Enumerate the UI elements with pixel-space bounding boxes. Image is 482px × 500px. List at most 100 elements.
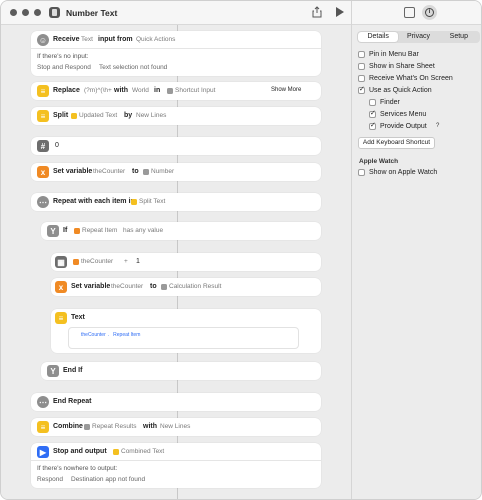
help-icon[interactable]: ?: [434, 122, 442, 130]
apple-watch-heading: Apple Watch: [359, 158, 399, 165]
calc-operator[interactable]: +: [124, 258, 128, 265]
calc-number[interactable]: 1: [136, 258, 140, 265]
replace-action[interactable]: ≡ Replace (?m)^(\h+ with World in Shortc…: [31, 82, 321, 100]
zoom-button[interactable]: [34, 9, 41, 16]
divider: [31, 460, 321, 461]
add-keyboard-shortcut-button[interactable]: Add Keyboard Shortcut: [358, 137, 435, 149]
replace-label: Replace: [53, 87, 80, 94]
info-icon[interactable]: i: [422, 5, 437, 20]
show-more-button[interactable]: Show More: [271, 87, 301, 93]
repeat-list[interactable]: Split Text: [131, 198, 165, 205]
combine-action[interactable]: ≡ Combine Repeat Results with New Lines: [31, 418, 321, 436]
replace-pattern[interactable]: (?m)^(\h+: [84, 87, 112, 94]
tab-setup[interactable]: Setup: [439, 32, 479, 42]
quick-action-option[interactable]: Use as Quick Action: [358, 85, 432, 94]
receive-icon: ☺: [37, 34, 49, 46]
share-sheet-option[interactable]: Show in Share Sheet: [358, 63, 435, 70]
no-input-message[interactable]: Text selection not found: [99, 64, 167, 71]
pin-menu-bar-checkbox[interactable]: [358, 51, 365, 58]
tab-privacy[interactable]: Privacy: [398, 32, 438, 42]
stop-output-action[interactable]: ▶ Stop and output Combined Text If there…: [31, 443, 321, 488]
receive-source[interactable]: Quick Actions: [136, 36, 175, 43]
nowhere-label: If there's nowhere to output:: [37, 465, 118, 472]
end-repeat-label: End Repeat: [53, 398, 92, 405]
provide-output-checkbox[interactable]: [369, 121, 376, 130]
if-item[interactable]: Repeat Item: [74, 227, 117, 234]
set-variable-label: Set variable: [53, 168, 93, 175]
combine-input[interactable]: Repeat Results: [84, 423, 136, 430]
provide-output-option[interactable]: Provide Output?: [369, 121, 442, 130]
receive-on-screen-option[interactable]: Receive What's On Screen: [358, 75, 453, 82]
repeat-icon: ⋯: [37, 196, 49, 208]
variable-name[interactable]: theCounter: [111, 283, 143, 290]
finder-checkbox[interactable]: [369, 99, 376, 106]
stop-output-value[interactable]: Combined Text: [113, 448, 164, 455]
shortcuts-window: Number Text ☺ Receive Text input from Qu…: [0, 0, 482, 500]
variable-value[interactable]: Number: [143, 168, 174, 175]
library-icon[interactable]: [404, 7, 415, 18]
variable-icon: x: [55, 281, 67, 293]
inspector-toolbar: i: [352, 1, 481, 25]
nowhere-action[interactable]: Respond: [37, 476, 63, 483]
no-input-action[interactable]: Stop and Respond: [37, 64, 91, 71]
share-icon[interactable]: [312, 6, 322, 18]
apple-watch-option[interactable]: Show on Apple Watch: [358, 169, 437, 176]
receive-on-screen-checkbox[interactable]: [358, 75, 365, 82]
tab-details[interactable]: Details: [358, 32, 399, 42]
close-button[interactable]: [10, 9, 17, 16]
split-separator[interactable]: New Lines: [136, 112, 166, 119]
set-variable-action[interactable]: x Set variable theCounter to Number: [31, 163, 321, 181]
receive-action[interactable]: ☺ Receive Text input from Quick Actions …: [31, 31, 321, 76]
split-label: Split: [53, 112, 69, 119]
replace-target[interactable]: Shortcut Input: [167, 87, 215, 94]
quick-action-checkbox[interactable]: [358, 85, 365, 94]
receive-label: Receive: [53, 36, 80, 43]
calculate-action[interactable]: ▦ theCounter + 1: [51, 253, 321, 271]
window-controls: [10, 9, 41, 16]
play-icon[interactable]: [336, 7, 344, 17]
calc-variable[interactable]: theCounter: [73, 258, 113, 265]
combine-with: with: [143, 423, 157, 430]
services-menu-checkbox[interactable]: [369, 109, 376, 118]
variable-icon: x: [37, 166, 49, 178]
services-menu-option[interactable]: Services Menu: [369, 109, 426, 118]
split-input[interactable]: Updated Text: [71, 112, 117, 119]
stop-icon: ▶: [37, 446, 49, 458]
text-field[interactable]: theCounter. Repeat Item: [68, 327, 299, 349]
nowhere-message[interactable]: Destination app not found: [71, 476, 145, 483]
combine-separator[interactable]: New Lines: [160, 423, 190, 430]
minimize-button[interactable]: [22, 9, 29, 16]
number-action[interactable]: # 0: [31, 137, 321, 155]
repeat-label: Repeat with each item in: [53, 198, 135, 205]
divider: [31, 48, 321, 49]
apple-watch-checkbox[interactable]: [358, 169, 365, 176]
repeat-action[interactable]: ⋯ Repeat with each item in Split Text: [31, 193, 321, 211]
to-label: to: [150, 283, 157, 290]
text-icon: ≡: [37, 421, 49, 433]
if-condition[interactable]: has any value: [123, 227, 163, 234]
share-sheet-checkbox[interactable]: [358, 63, 365, 70]
shortcut-icon[interactable]: [49, 7, 60, 18]
end-if-action[interactable]: Y End If: [41, 362, 321, 380]
replace-in: in: [154, 87, 161, 94]
replace-replacement[interactable]: World: [132, 87, 149, 94]
set-variable-action[interactable]: x Set variable theCounter to Calculation…: [51, 278, 321, 296]
split-action[interactable]: ≡ Split Updated Text by New Lines: [31, 107, 321, 125]
split-by: by: [124, 112, 133, 119]
repeat-icon: ⋯: [37, 396, 49, 408]
shortcut-editor: ☺ Receive Text input from Quick Actions …: [1, 25, 351, 499]
if-label: If: [63, 227, 68, 234]
window-title[interactable]: Number Text: [66, 8, 117, 18]
text-icon: ≡: [37, 110, 49, 122]
variable-value[interactable]: Calculation Result: [161, 283, 221, 290]
finder-option[interactable]: Finder: [369, 99, 400, 106]
variable-name[interactable]: theCounter: [93, 168, 125, 175]
receive-type[interactable]: Text: [81, 36, 93, 43]
receive-mid: input from: [98, 36, 133, 43]
end-repeat-action[interactable]: ⋯ End Repeat: [31, 393, 321, 411]
number-icon: #: [37, 140, 49, 152]
pin-menu-bar-option[interactable]: Pin in Menu Bar: [358, 51, 419, 58]
if-action[interactable]: Y If Repeat Item has any value: [41, 222, 321, 240]
text-icon: ≡: [37, 85, 49, 97]
number-value[interactable]: 0: [55, 142, 59, 149]
